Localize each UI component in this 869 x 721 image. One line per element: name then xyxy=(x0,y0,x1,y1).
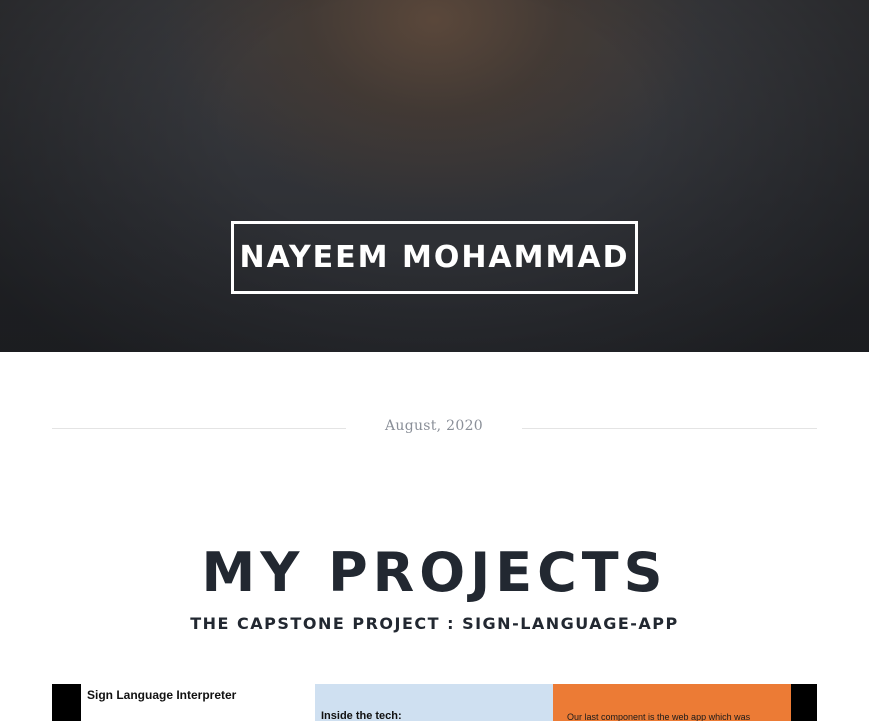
divider-line-right xyxy=(522,428,817,429)
page-title: MY PROJECTS xyxy=(201,541,668,605)
post-date: August, 2020 xyxy=(384,418,484,434)
slide-panel-blue: Inside the tech: xyxy=(315,684,553,721)
image-black-bar-right xyxy=(791,684,817,721)
project-image: Sign Language Interpreter Inside the tec… xyxy=(52,684,817,721)
slide-title-panel: Sign Language Interpreter xyxy=(81,684,315,721)
site-title: NAYEEM MOHAMMAD xyxy=(239,240,630,275)
slide-title: Sign Language Interpreter xyxy=(87,688,237,702)
image-black-bar-left xyxy=(52,684,81,721)
panel-blue-heading: Inside the tech: xyxy=(321,710,402,721)
site-title-link[interactable]: NAYEEM MOHAMMAD xyxy=(231,221,638,294)
panel-orange-text: Our last component is the web app which … xyxy=(567,712,751,721)
project-subtitle: THE CAPSTONE PROJECT : SIGN-LANGUAGE-APP xyxy=(190,614,679,634)
hero-banner: NAYEEM MOHAMMAD xyxy=(0,0,869,352)
post-date-divider: August, 2020 xyxy=(52,416,817,440)
slide-panel-orange: Our last component is the web app which … xyxy=(553,684,791,721)
divider-line-left xyxy=(52,428,346,429)
